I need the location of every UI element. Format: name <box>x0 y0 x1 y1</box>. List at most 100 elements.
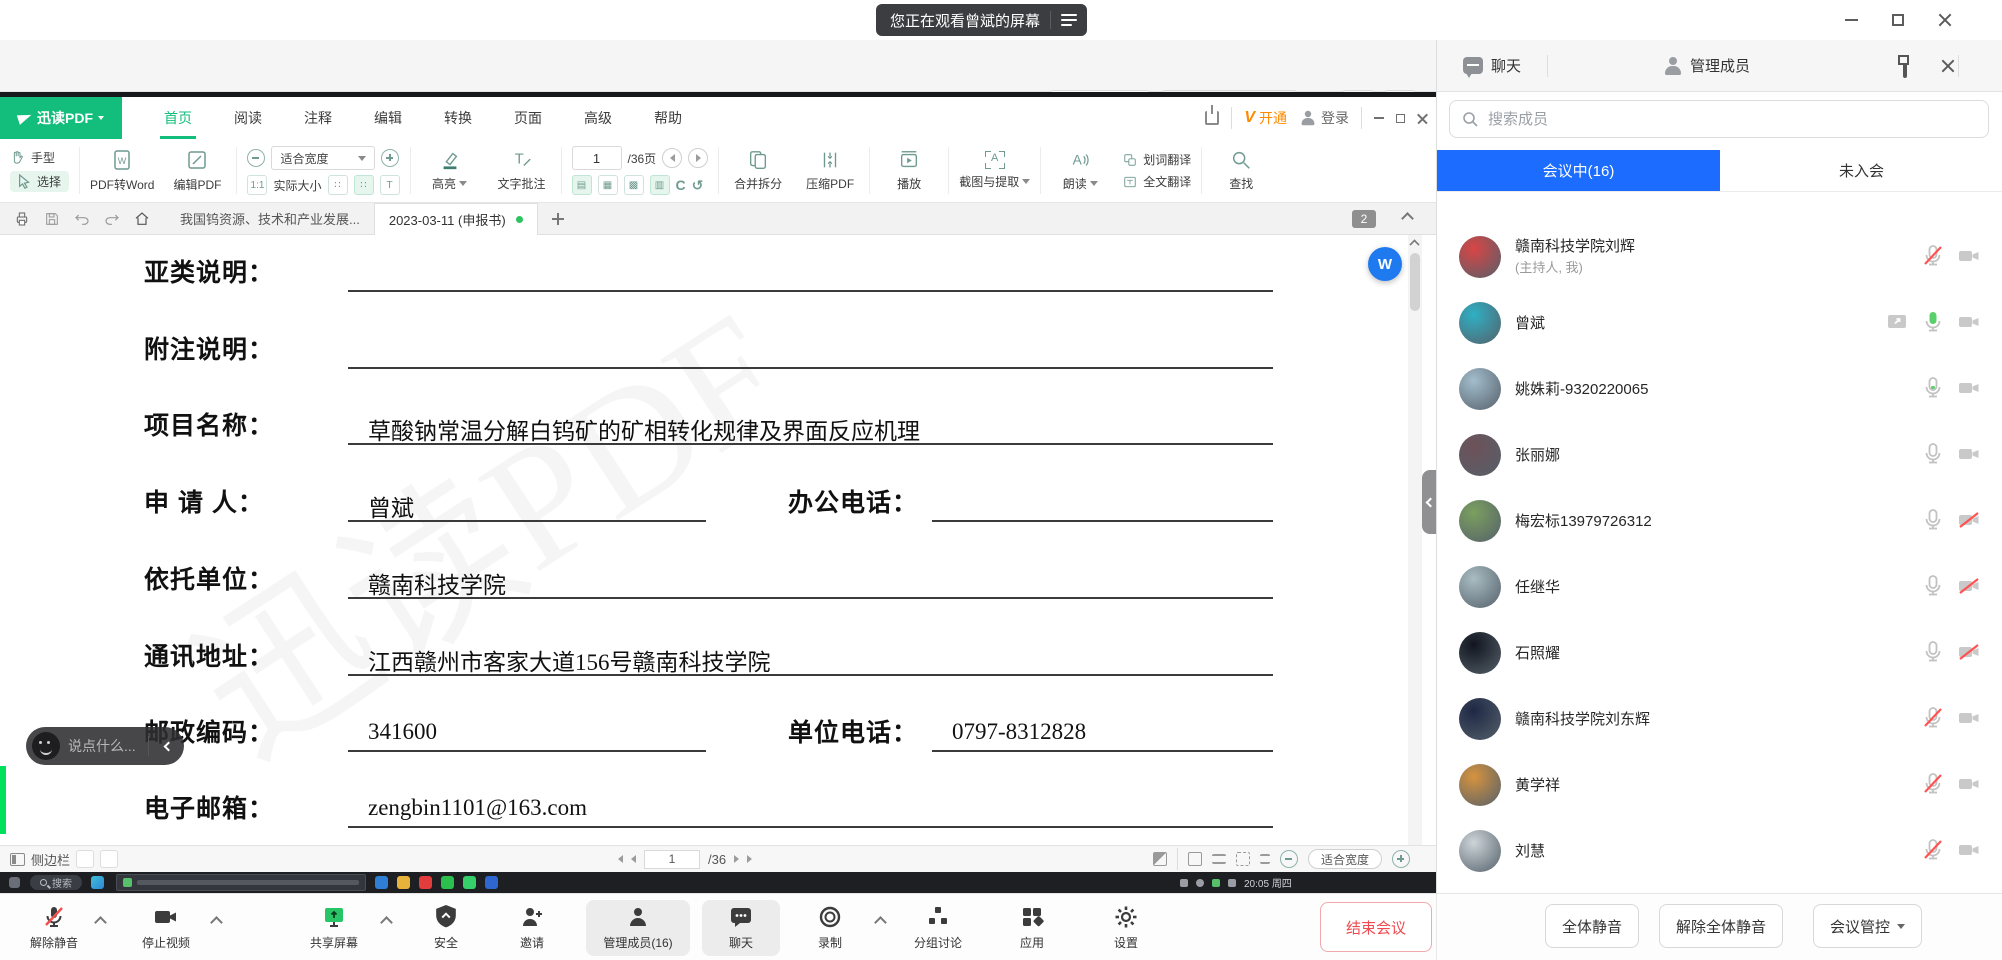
fit-width-button[interactable]: ∷ <box>354 175 374 195</box>
chat-button[interactable]: 聊天 <box>702 900 780 956</box>
banner-menu-icon[interactable] <box>1061 14 1077 26</box>
tray-icon[interactable] <box>1180 879 1188 887</box>
tray-icon[interactable] <box>1212 879 1220 887</box>
danmaku-input-pill[interactable]: 说点什么... <box>26 727 184 765</box>
next-page-icon[interactable] <box>734 855 739 863</box>
taskbar-search[interactable]: 搜索 <box>30 875 82 890</box>
fit-page-button[interactable]: ∷ <box>328 175 348 195</box>
home-icon[interactable] <box>134 211 150 227</box>
previous-page-icon[interactable] <box>631 855 636 863</box>
invite-button[interactable]: 邀请 <box>484 900 580 956</box>
pdf-menu-tab[interactable]: 高级 <box>584 97 612 139</box>
folder-icon[interactable] <box>397 876 410 889</box>
pdf-menu-tab[interactable]: 首页 <box>164 97 192 139</box>
mic-icon[interactable] <box>1921 772 1945 796</box>
rotate-cw-icon[interactable]: C <box>676 177 686 193</box>
security-button[interactable]: 安全 <box>398 900 494 956</box>
app-green-icon[interactable] <box>463 876 476 889</box>
page-number-input[interactable]: 1 <box>572 146 622 170</box>
emoji-icon[interactable] <box>32 732 60 760</box>
end-meeting-button[interactable]: 结束会议 <box>1320 902 1432 952</box>
next-page-button[interactable] <box>688 148 708 168</box>
mic-icon[interactable] <box>1921 244 1945 268</box>
actual-size-icon[interactable]: 1:1 <box>247 175 267 195</box>
record-button[interactable]: 录制 <box>788 900 872 956</box>
pdf-menu-tab[interactable]: 转换 <box>444 97 472 139</box>
member-row[interactable]: 曾斌 <box>1437 290 2002 356</box>
single-page-view-button[interactable]: ▤ <box>572 175 592 195</box>
mic-icon[interactable] <box>1921 838 1945 862</box>
tray-icon[interactable] <box>1228 879 1236 887</box>
pdf-menu-tab[interactable]: 页面 <box>514 97 542 139</box>
mic-icon[interactable] <box>1921 640 1945 664</box>
first-page-icon[interactable] <box>618 855 623 863</box>
form-value[interactable]: zengbin1101@163.com <box>368 795 587 821</box>
record-options-chevron[interactable] <box>874 916 887 929</box>
app-red-icon[interactable] <box>419 876 432 889</box>
member-row[interactable]: 赣南科技学院刘辉(主持人, 我) <box>1437 224 2002 290</box>
member-row[interactable]: 张丽娜 <box>1437 422 2002 488</box>
pdf-restore-button[interactable] <box>1396 114 1405 123</box>
camera-icon[interactable] <box>1957 706 1981 730</box>
sidebar-label[interactable]: 侧边栏 <box>31 850 70 869</box>
zoom-in-button[interactable] <box>381 149 399 167</box>
wechat-icon[interactable] <box>441 876 454 889</box>
form-value[interactable]: 0797-8312828 <box>952 719 1086 745</box>
share-options-chevron[interactable] <box>380 916 393 929</box>
member-row[interactable]: 赣南科技学院刘东辉 <box>1437 686 2002 752</box>
share-screen-button[interactable]: 共享屏幕 <box>286 900 382 956</box>
play-button[interactable]: 播放 <box>880 149 938 192</box>
member-row[interactable]: 刘慧 <box>1437 818 2002 884</box>
stop-video-button[interactable]: 停止视频 <box>118 900 214 956</box>
scrollbar-thumb[interactable] <box>1410 253 1420 311</box>
zoom-out-button[interactable] <box>247 149 265 167</box>
form-value[interactable]: 草酸钠常温分解白钨矿的矿相转化规律及界面反应机理 <box>368 412 920 446</box>
share-icon[interactable] <box>1205 111 1219 125</box>
unmute-all-button[interactable]: 解除全体静音 <box>1659 904 1783 948</box>
continuous-view-icon[interactable] <box>1212 854 1226 864</box>
form-value[interactable]: 赣南科技学院 <box>368 566 506 600</box>
redo-icon[interactable] <box>104 211 120 227</box>
text-annotation-button[interactable]: T 文字批注 <box>493 149 551 192</box>
pdf-to-word-button[interactable]: W PDF转Word <box>90 148 154 193</box>
save-icon[interactable] <box>44 211 60 227</box>
pdf-close-button[interactable] <box>1417 113 1428 124</box>
tab-chat[interactable]: 聊天 <box>1437 40 1547 92</box>
scroll-up-icon[interactable] <box>1409 239 1419 249</box>
tray-icon[interactable] <box>1196 879 1204 887</box>
window-close-button[interactable] <box>1934 10 1956 30</box>
camera-icon[interactable] <box>1957 838 1981 862</box>
document-tab-active[interactable]: 2023-03-11 (申报书) <box>374 203 538 235</box>
member-list[interactable]: 赣南科技学院刘辉(主持人, 我)曾斌姚姝莉-9320220065张丽娜梅宏标13… <box>1437 192 2002 893</box>
pdf-menu-tab[interactable]: 编辑 <box>374 97 402 139</box>
hand-tool-button[interactable]: 手型 <box>10 149 69 166</box>
mic-icon[interactable] <box>1921 442 1945 466</box>
highlight-button[interactable]: 高亮 <box>421 149 479 192</box>
collapse-pill-button[interactable] <box>163 741 173 751</box>
print-icon[interactable] <box>14 211 30 227</box>
sidebar-toggle-icon[interactable] <box>10 853 25 866</box>
continuous-view-button[interactable]: ▥ <box>650 175 670 195</box>
form-value[interactable]: 曾斌 <box>368 489 414 523</box>
document-tab-inactive[interactable]: 我国钨资源、技术和产业发展... <box>166 203 374 235</box>
collapse-ribbon-button[interactable] <box>1401 212 1414 225</box>
taskbar-active-window[interactable] <box>116 874 366 891</box>
pdf-document[interactable]: 迅读PDF 亚类说明：附注说明：项目名称：草酸钠常温分解白钨矿的矿相转化规律及界… <box>0 235 1436 845</box>
camera-icon[interactable] <box>1957 772 1981 796</box>
form-value[interactable]: 341600 <box>368 719 437 745</box>
camera-icon[interactable] <box>1957 310 1981 334</box>
unmute-button[interactable]: 解除静音 <box>6 900 102 956</box>
form-value[interactable]: 江西赣州市客家大道156号赣南科技学院 <box>368 643 771 677</box>
status-page-input[interactable]: 1 <box>644 850 700 869</box>
last-page-icon[interactable] <box>747 855 752 863</box>
camera-icon[interactable] <box>1957 508 1981 532</box>
two-page-view-button[interactable]: ▦ <box>598 175 618 195</box>
zoom-fit-dropdown[interactable]: 适合宽度 <box>1308 849 1382 869</box>
find-button[interactable]: 查找 <box>1212 149 1270 192</box>
camera-icon[interactable] <box>1957 244 1981 268</box>
mute-all-button[interactable]: 全体静音 <box>1545 904 1639 948</box>
tab-members[interactable]: 管理成员 <box>1638 40 1776 92</box>
book-view-icon[interactable] <box>1260 854 1270 864</box>
tab-not-joined[interactable]: 未入会 <box>1720 150 2002 191</box>
browser-icon[interactable] <box>375 876 388 889</box>
